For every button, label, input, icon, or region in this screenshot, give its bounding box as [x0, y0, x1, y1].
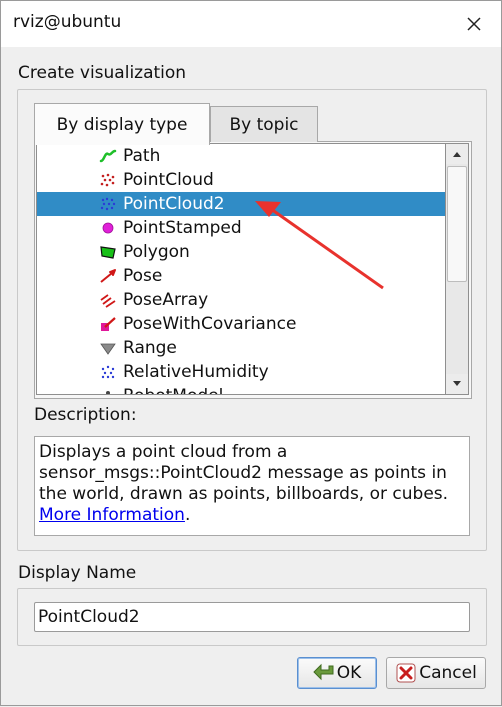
tab-by-topic[interactable]: By topic [210, 106, 318, 142]
list-item-posewithcovariance[interactable]: PoseWithCovariance [37, 312, 445, 336]
list-item-label: PointCloud [123, 170, 214, 190]
title-bar: rviz@ubuntu [1, 1, 501, 47]
description-label: Description: [34, 405, 137, 425]
list-item-polygon[interactable]: Polygon [37, 240, 445, 264]
close-icon [467, 17, 481, 31]
scroll-up-button[interactable] [446, 144, 468, 164]
display-name-label: Display Name [18, 563, 137, 583]
posearray-icon [99, 292, 117, 308]
list-item-label: Pose [123, 266, 163, 286]
list-scrollbar[interactable] [445, 143, 469, 395]
group-title: Create visualization [18, 63, 187, 83]
list-item-label: PoseWithCovariance [123, 314, 297, 334]
polygon-icon [99, 244, 117, 260]
chevron-down-icon [453, 381, 461, 386]
list-item-pointstamped[interactable]: PointStamped [37, 216, 445, 240]
ok-label: OK [336, 663, 362, 683]
pointcloud2-icon [99, 196, 117, 212]
ok-button[interactable]: OK [297, 657, 377, 689]
robotmodel-icon [99, 388, 117, 394]
close-button[interactable] [457, 7, 491, 41]
tab-by-display-type[interactable]: By display type [34, 103, 210, 145]
list-item-label: RelativeHumidity [123, 362, 269, 382]
list-item-pose[interactable]: Pose [37, 264, 445, 288]
range-icon [99, 340, 117, 356]
cancel-icon [395, 663, 417, 683]
chevron-up-icon [453, 152, 461, 157]
path-icon [99, 148, 117, 164]
list-item-label: Polygon [123, 242, 190, 262]
cancel-label: Cancel [419, 663, 477, 683]
list-item-relativehumidity[interactable]: RelativeHumidity [37, 360, 445, 384]
ok-icon [313, 663, 335, 683]
list-item-label: RobotModel [123, 385, 223, 394]
display-type-list[interactable]: Path PointCloud PointCloud2 PointStamped… [36, 143, 445, 395]
list-item-range[interactable]: Range [37, 336, 445, 360]
posewithcovariance-icon [99, 316, 117, 332]
list-item-label: PointCloud2 [123, 194, 225, 214]
list-item-posearray[interactable]: PoseArray [37, 288, 445, 312]
relativehumidity-icon [99, 364, 117, 380]
list-item-pointcloud2[interactable]: PointCloud2 [37, 192, 445, 216]
list-item-label: Range [123, 338, 177, 358]
list-item-robotmodel[interactable]: RobotModel [37, 384, 445, 394]
description-box: Displays a point cloud from a sensor_msg… [34, 436, 470, 536]
cancel-button[interactable]: Cancel [386, 657, 486, 689]
description-trailing: . [184, 505, 191, 525]
more-information-link[interactable]: More Information [39, 505, 185, 525]
create-visualization-dialog: rviz@ubuntu Create visualization By topi… [0, 0, 502, 706]
list-item-pointcloud[interactable]: PointCloud [37, 168, 445, 192]
pointstamped-icon [99, 220, 117, 236]
window-title: rviz@ubuntu [13, 12, 122, 32]
description-text: Displays a point cloud from a sensor_msg… [39, 442, 449, 504]
display-name-input[interactable] [34, 602, 470, 632]
pose-icon [99, 268, 117, 284]
scroll-down-button[interactable] [446, 374, 468, 394]
scroll-thumb[interactable] [447, 166, 467, 282]
list-item-label: Path [123, 146, 161, 166]
list-item-path[interactable]: Path [37, 144, 445, 168]
list-item-label: PointStamped [123, 218, 242, 238]
pointcloud-icon [99, 172, 117, 188]
list-item-label: PoseArray [123, 290, 209, 310]
